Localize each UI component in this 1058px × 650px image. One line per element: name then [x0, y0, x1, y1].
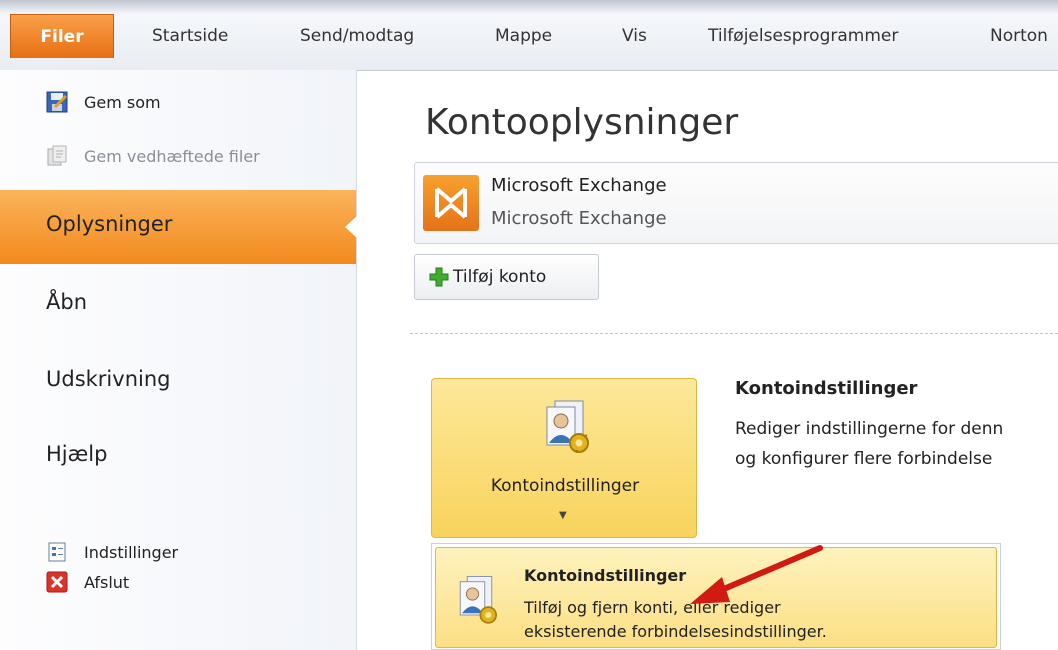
nav-item-help[interactable]: Hjælp: [46, 442, 107, 466]
account-selector[interactable]: Microsoft Exchange Microsoft Exchange: [414, 162, 1058, 244]
ribbon-tab-bar: Filer Startside Send/modtag Mappe Vis Ti…: [0, 0, 1058, 71]
options-icon: [46, 541, 68, 563]
account-settings-desc-line2: og konfigurer flere forbindelse: [735, 449, 993, 469]
menu-item-desc-line1: Tilføj og fjern konti, eller rediger: [524, 598, 781, 617]
tab-norton[interactable]: Norton: [990, 22, 1048, 50]
exit-icon: [46, 571, 68, 593]
account-type: Microsoft Exchange: [491, 208, 667, 229]
add-account-button[interactable]: Tilføj konto: [414, 254, 599, 300]
account-settings-description: Rediger indstillingerne for denn og konf…: [735, 414, 1003, 474]
plus-icon: [429, 267, 449, 287]
save-attachments-icon: [46, 145, 68, 167]
tab-add-ins[interactable]: Tilføjelsesprogrammer: [708, 22, 898, 50]
account-settings-icon: [533, 397, 597, 461]
tab-send-receive[interactable]: Send/modtag: [300, 22, 414, 50]
save-attachments-button[interactable]: Gem vedhæftede filer: [46, 140, 260, 172]
tab-bar-shadow: [0, 0, 1058, 14]
nav-item-info[interactable]: Oplysninger: [0, 190, 357, 264]
exchange-icon: [423, 175, 479, 231]
page-title: Kontooplysninger: [425, 102, 739, 143]
section-divider: [410, 333, 1058, 334]
save-attachments-label: Gem vedhæftede filer: [84, 146, 260, 166]
menu-item-account-settings[interactable]: Kontoindstillinger Tilføj og fjern konti…: [435, 547, 997, 648]
account-settings-desc-line1: Rediger indstillingerne for denn: [735, 419, 1004, 439]
menu-item-desc-line2: eksisterende forbindelsesindstillinger.: [524, 622, 827, 641]
save-as-icon: [46, 91, 68, 113]
selection-pointer: [345, 216, 357, 238]
account-settings-dropdown: Kontoindstillinger Tilføj og fjern konti…: [431, 543, 1001, 650]
tab-file[interactable]: Filer: [10, 14, 114, 58]
account-settings-button-label: Kontoindstillinger: [490, 476, 640, 496]
save-as-label: Gem som: [84, 92, 161, 112]
menu-item-description: Tilføj og fjern konti, eller rediger eks…: [524, 596, 827, 644]
chevron-down-icon: ▼: [559, 510, 567, 521]
nav-item-info-label: Oplysninger: [46, 212, 173, 236]
save-as-button[interactable]: Gem som: [46, 86, 161, 118]
add-account-label: Tilføj konto: [453, 267, 547, 287]
options-label: Indstillinger: [84, 542, 179, 562]
tab-view[interactable]: Vis: [622, 22, 647, 50]
account-settings-heading: Kontoindstillinger: [735, 378, 918, 399]
options-button[interactable]: Indstillinger: [46, 536, 178, 568]
tab-folder[interactable]: Mappe: [495, 22, 552, 50]
nav-item-open[interactable]: Åbn: [46, 290, 87, 314]
account-settings-button[interactable]: Kontoindstillinger ▼: [431, 378, 697, 538]
tab-startside[interactable]: Startside: [152, 22, 228, 50]
exit-button[interactable]: Afslut: [46, 566, 129, 598]
account-settings-menu-icon: [448, 572, 504, 630]
account-name: Microsoft Exchange: [491, 175, 667, 196]
nav-item-print[interactable]: Udskrivning: [46, 367, 170, 391]
exit-label: Afslut: [84, 572, 130, 592]
menu-item-title: Kontoindstillinger: [524, 566, 687, 585]
